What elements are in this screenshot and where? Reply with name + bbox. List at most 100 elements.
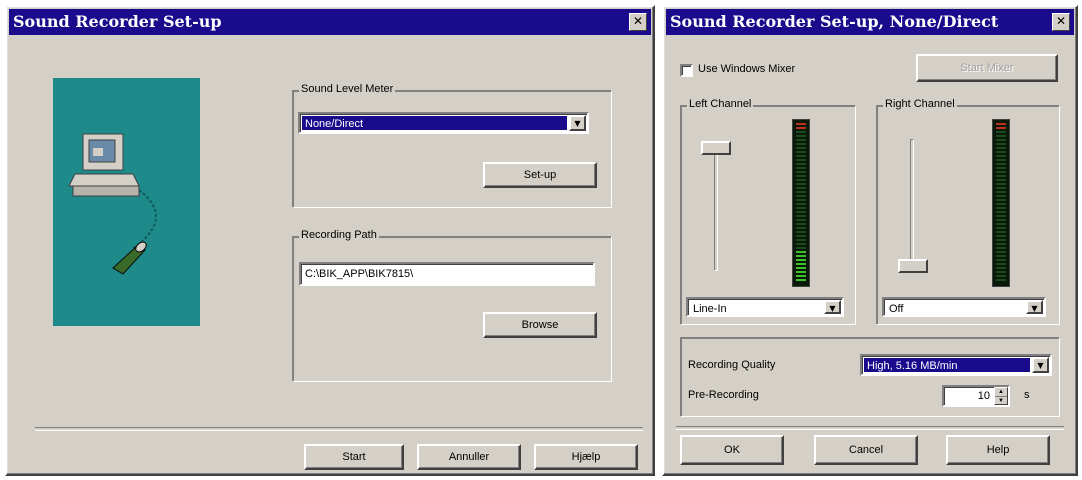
meter-segment xyxy=(996,135,1006,137)
meter-segment xyxy=(996,207,1006,209)
meter-segment xyxy=(996,159,1006,161)
meter-segment xyxy=(996,247,1006,249)
sound-level-meter-group: Sound Level Meter xyxy=(292,83,612,208)
meter-segment xyxy=(996,167,1006,169)
sound-level-meter-select[interactable]: None/Direct ▼ xyxy=(298,112,589,134)
window-title: Sound Recorder Set-up xyxy=(13,12,222,31)
cancel-button[interactable]: Cancel xyxy=(814,435,918,465)
window-title: Sound Recorder Set-up, None/Direct xyxy=(670,12,999,31)
chevron-down-icon[interactable]: ▼ xyxy=(1032,357,1049,373)
start-button[interactable]: Start xyxy=(304,444,404,470)
start-mixer-button-label: Start Mixer xyxy=(960,62,1014,74)
computer-and-microphone-icon xyxy=(68,133,157,275)
meter-segment xyxy=(996,151,1006,153)
title-bar[interactable]: Sound Recorder Set-up, None/Direct ✕ xyxy=(666,9,1074,35)
meter-segment xyxy=(796,251,806,253)
right-channel-input-value: Off xyxy=(889,303,904,313)
meter-segment xyxy=(796,219,806,221)
close-icon[interactable]: ✕ xyxy=(1052,13,1070,31)
left-channel-label: Left Channel xyxy=(687,98,754,110)
use-windows-mixer-checkbox[interactable] xyxy=(680,64,693,77)
sound-recorder-setup-dialog: Sound Recorder Set-up ✕ Sound Level Mete… xyxy=(5,5,655,476)
meter-segment xyxy=(796,195,806,197)
right-channel-group: Right Channel xyxy=(876,98,1060,325)
meter-segment xyxy=(796,239,806,241)
meter-segment xyxy=(796,167,806,169)
meter-segment xyxy=(796,255,806,257)
meter-segment xyxy=(996,267,1006,269)
help-button-label: Hjælp xyxy=(571,451,601,463)
left-channel-slider-track[interactable] xyxy=(714,145,718,271)
meter-segment xyxy=(796,259,806,261)
meter-segment xyxy=(796,131,806,133)
meter-segment xyxy=(796,127,806,129)
chevron-down-icon[interactable]: ▼ xyxy=(1026,300,1043,314)
recording-quality-select[interactable]: High, 5.16 MB/min ▼ xyxy=(860,354,1052,376)
help-button[interactable]: Help xyxy=(946,435,1050,465)
spin-arrows-icon[interactable]: ▲ ▼ xyxy=(994,387,1008,405)
start-button-label: Start xyxy=(342,451,366,463)
meter-segment xyxy=(996,219,1006,221)
meter-segment xyxy=(996,239,1006,241)
setup-button[interactable]: Set-up xyxy=(483,162,597,188)
ok-button[interactable]: OK xyxy=(680,435,784,465)
meter-segment xyxy=(996,279,1006,281)
meter-segment xyxy=(796,179,806,181)
meter-segment xyxy=(996,223,1006,225)
meter-segment xyxy=(796,163,806,165)
meter-segment xyxy=(996,163,1006,165)
ok-button-label: OK xyxy=(724,444,740,456)
title-bar[interactable]: Sound Recorder Set-up ✕ xyxy=(9,9,651,35)
meter-segment xyxy=(996,195,1006,197)
setup-button-label: Set-up xyxy=(523,169,557,181)
left-channel-level-meter xyxy=(792,119,810,287)
meter-segment xyxy=(796,207,806,209)
right-channel-label: Right Channel xyxy=(883,98,957,110)
left-channel-group: Left Channel xyxy=(680,98,856,325)
meter-segment xyxy=(996,143,1006,145)
footer-separator xyxy=(676,426,1064,430)
meter-segment xyxy=(996,271,1006,273)
meter-segment xyxy=(796,135,806,137)
meter-segment xyxy=(796,187,806,189)
close-icon[interactable]: ✕ xyxy=(629,13,647,31)
browse-button[interactable]: Browse xyxy=(483,312,597,338)
left-channel-input-select[interactable]: Line-In ▼ xyxy=(686,297,844,317)
meter-segment xyxy=(996,251,1006,253)
meter-segment xyxy=(796,271,806,273)
footer-separator xyxy=(35,427,643,431)
channel-setup-dialog: Sound Recorder Set-up, None/Direct ✕ Use… xyxy=(662,5,1078,476)
meter-segment xyxy=(996,231,1006,233)
cancel-button[interactable]: Annuller xyxy=(417,444,521,470)
right-channel-input-select[interactable]: Off ▼ xyxy=(882,297,1046,317)
meter-segment xyxy=(796,247,806,249)
meter-segment xyxy=(796,155,806,157)
chevron-down-icon[interactable]: ▼ xyxy=(824,300,841,314)
meter-segment xyxy=(796,235,806,237)
meter-segment xyxy=(796,211,806,213)
meter-segment xyxy=(996,155,1006,157)
meter-segment xyxy=(996,191,1006,193)
meter-segment xyxy=(996,243,1006,245)
meter-segment xyxy=(796,275,806,277)
start-mixer-button[interactable]: Start Mixer xyxy=(916,54,1058,82)
sound-level-meter-label: Sound Level Meter xyxy=(299,83,396,95)
meter-segment xyxy=(996,211,1006,213)
browse-button-label: Browse xyxy=(521,319,559,331)
right-channel-slider-track[interactable] xyxy=(910,139,914,269)
meter-segment xyxy=(996,199,1006,201)
chevron-down-icon[interactable]: ▼ xyxy=(569,115,586,131)
meter-segment xyxy=(796,243,806,245)
meter-segment xyxy=(796,199,806,201)
meter-segment xyxy=(996,127,1006,129)
meter-segment xyxy=(996,235,1006,237)
meter-segment xyxy=(996,255,1006,257)
help-button[interactable]: Hjælp xyxy=(534,444,638,470)
recording-path-input[interactable]: C:\BIK_APP\BIK7815\ xyxy=(299,262,595,286)
recording-path-group: Recording Path xyxy=(292,229,612,382)
meter-segment xyxy=(996,123,1006,125)
right-channel-slider-thumb[interactable] xyxy=(898,259,928,273)
right-channel-level-meter xyxy=(992,119,1010,287)
left-channel-slider-thumb[interactable] xyxy=(701,141,731,155)
meter-segment xyxy=(796,171,806,173)
